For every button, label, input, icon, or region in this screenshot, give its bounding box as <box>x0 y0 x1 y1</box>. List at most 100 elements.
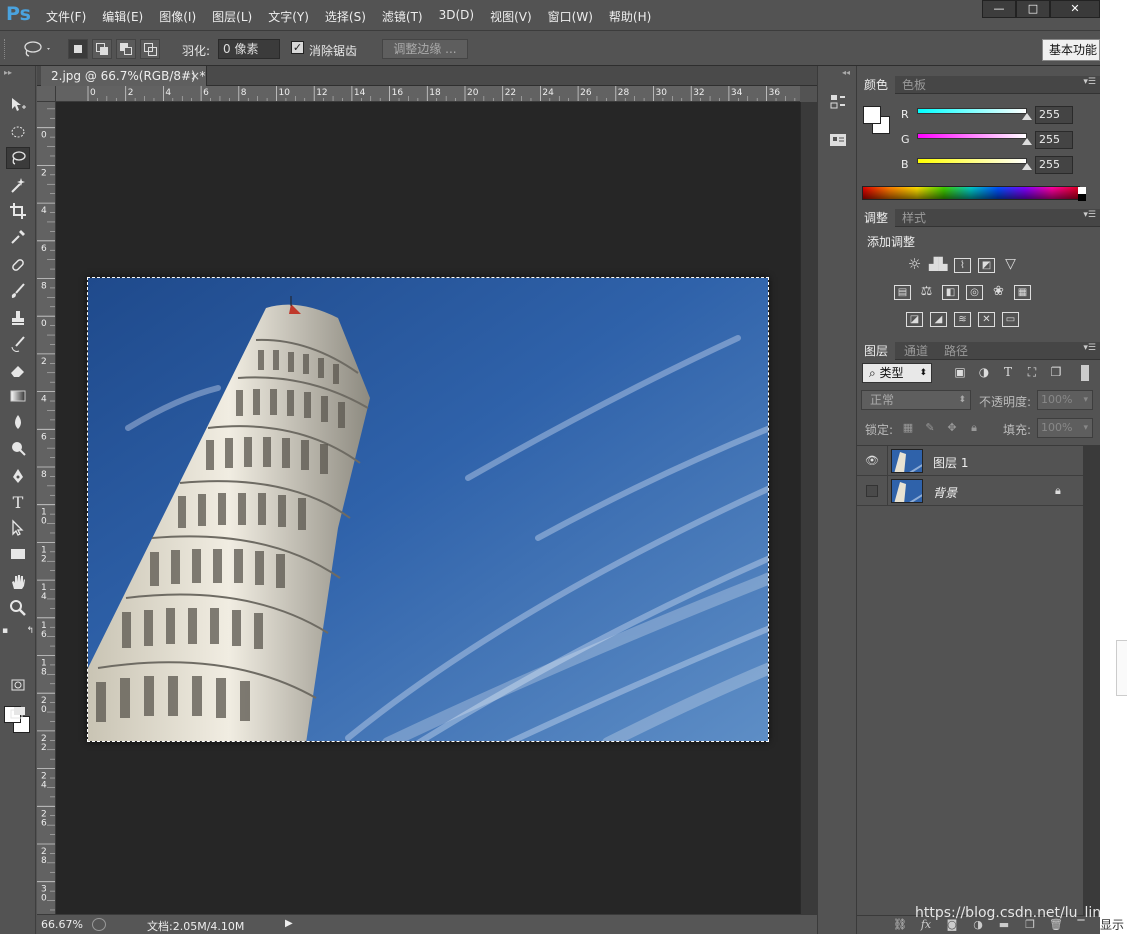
blue-slider[interactable] <box>917 158 1027 164</box>
dodge-tool-icon[interactable] <box>6 437 30 459</box>
close-button[interactable]: ✕ <box>1050 0 1100 18</box>
ruler-origin[interactable] <box>37 86 56 102</box>
hue-saturation-icon[interactable]: ▤ <box>894 285 911 300</box>
link-layers-icon[interactable]: ⛓ <box>893 918 907 932</box>
blur-tool-icon[interactable] <box>6 411 30 433</box>
menu-type[interactable]: 文字(Y) <box>268 8 309 25</box>
vibrance-icon[interactable]: ▽ <box>1002 257 1019 273</box>
blue-slider-handle[interactable] <box>1022 163 1032 170</box>
adjustment-filter-icon[interactable]: ◑ <box>977 365 991 379</box>
feather-input[interactable]: 0 像素 <box>218 39 280 59</box>
type-tool-icon[interactable]: T <box>6 491 30 513</box>
tab-color[interactable]: 颜色 <box>857 76 896 94</box>
red-value[interactable]: 255 <box>1035 106 1073 124</box>
menu-window[interactable]: 窗口(W) <box>548 8 593 25</box>
green-slider[interactable] <box>917 133 1027 139</box>
menu-filter[interactable]: 滤镜(T) <box>382 8 423 25</box>
eyedropper-tool-icon[interactable] <box>6 226 30 248</box>
tab-styles[interactable]: 样式 <box>895 209 933 227</box>
invert-icon[interactable]: ◪ <box>906 312 923 327</box>
posterize-icon[interactable]: ◢ <box>930 312 947 327</box>
tab-swatches[interactable]: 色板 <box>895 76 933 94</box>
photo-filter-icon[interactable]: ◎ <box>966 285 983 300</box>
menu-file[interactable]: 文件(F) <box>46 8 86 25</box>
canvas-area[interactable] <box>56 102 800 914</box>
document-tab[interactable]: 2.jpg @ 66.7%(RGB/8#) * × <box>41 66 207 86</box>
toolbox-collapse-icon[interactable]: ▸▸ <box>4 68 12 77</box>
status-info-icon[interactable] <box>92 918 106 931</box>
type-filter-icon[interactable]: T <box>1001 365 1015 379</box>
green-value[interactable]: 255 <box>1035 131 1073 149</box>
black-white-icon[interactable]: ◧ <box>942 285 959 300</box>
color-panel-fg-swatch[interactable] <box>863 106 881 124</box>
clone-stamp-tool-icon[interactable] <box>6 307 30 329</box>
lasso-tool-icon[interactable] <box>6 147 30 169</box>
exposure-icon[interactable]: ◩ <box>978 258 995 273</box>
layers-panel-menu-icon[interactable]: ▾☰ <box>1083 343 1096 353</box>
menu-view[interactable]: 视图(V) <box>490 8 532 25</box>
layer-row[interactable]: 背景 🔒︎ <box>857 476 1083 506</box>
refine-edge-button[interactable]: 调整边缘 ... <box>382 39 468 59</box>
hand-tool-icon[interactable] <box>6 571 30 593</box>
lasso-preset-icon[interactable] <box>22 39 52 59</box>
eye-icon[interactable]: 👁︎ <box>865 454 879 468</box>
move-tool-icon[interactable] <box>6 94 30 116</box>
color-balance-icon[interactable]: ⚖ <box>918 285 935 300</box>
layers-scrollbar[interactable] <box>1083 445 1100 915</box>
workspace-switcher[interactable]: 基本功能 <box>1042 39 1100 61</box>
blue-value[interactable]: 255 <box>1035 156 1073 174</box>
visibility-toggle[interactable] <box>866 485 878 497</box>
magic-wand-tool-icon[interactable] <box>6 174 30 196</box>
selective-color-icon[interactable]: ✕ <box>978 312 995 327</box>
minimize-button[interactable]: — <box>982 0 1016 18</box>
new-selection-icon[interactable] <box>68 39 88 59</box>
tab-layers[interactable]: 图层 <box>857 342 896 360</box>
lock-position-icon[interactable]: ✥ <box>945 421 959 435</box>
intersect-selection-icon[interactable] <box>140 39 160 59</box>
lock-image-icon[interactable]: ✎ <box>923 421 937 435</box>
red-slider-handle[interactable] <box>1022 113 1032 120</box>
black-white-swatch[interactable] <box>1078 187 1086 201</box>
brightness-icon[interactable]: ☼ <box>906 257 923 273</box>
menu-edit[interactable]: 编辑(E) <box>102 8 143 25</box>
color-spectrum[interactable] <box>862 186 1086 201</box>
layer-row[interactable]: 👁︎ 图层 1 <box>857 446 1083 476</box>
color-lookup-icon[interactable]: ▦ <box>1014 285 1031 300</box>
status-menu-arrow-icon[interactable]: ▶ <box>285 918 293 929</box>
threshold-icon[interactable]: ≋ <box>954 312 971 327</box>
color-panel-menu-icon[interactable]: ▾☰ <box>1083 77 1096 87</box>
marquee-tool-icon[interactable] <box>6 121 30 143</box>
filter-toggle[interactable] <box>1081 365 1089 381</box>
menu-select[interactable]: 选择(S) <box>325 8 366 25</box>
maximize-button[interactable]: □ <box>1016 0 1050 18</box>
add-selection-icon[interactable] <box>92 39 112 59</box>
tab-channels[interactable]: 通道 <box>897 342 935 360</box>
fill-input[interactable]: 100% ▾ <box>1037 418 1093 438</box>
antialias-checkbox[interactable]: ✓ <box>291 41 304 54</box>
pen-tool-icon[interactable] <box>6 465 30 487</box>
channel-mixer-icon[interactable]: ❀ <box>990 285 1007 300</box>
curves-icon[interactable]: ⌇ <box>954 258 971 273</box>
kind-filter-select[interactable]: ⌕ 类型 ⬍ <box>862 363 932 383</box>
document-image[interactable] <box>87 277 769 742</box>
menu-layer[interactable]: 图层(L) <box>212 8 252 25</box>
brush-tool-icon[interactable] <box>6 280 30 302</box>
layer-name[interactable]: 图层 1 <box>933 454 968 471</box>
options-grip[interactable] <box>4 39 8 59</box>
rectangle-tool-icon[interactable] <box>6 543 30 565</box>
properties-panel-icon[interactable] <box>828 130 848 150</box>
history-brush-tool-icon[interactable] <box>6 333 30 355</box>
menu-3d[interactable]: 3D(D) <box>439 8 474 25</box>
gradient-tool-icon[interactable] <box>6 385 30 407</box>
vertical-ruler[interactable]: 20246802468101214161820222426283032 <box>37 102 56 914</box>
tab-adjustments[interactable]: 调整 <box>857 209 896 227</box>
horizontal-ruler[interactable]: 0 2 4 6 8 10 12 14 16 18 20 22 24 26 28 30 32 34 36 <box>56 86 800 102</box>
green-slider-handle[interactable] <box>1022 138 1032 145</box>
layer-name[interactable]: 背景 <box>933 484 957 501</box>
levels-icon[interactable]: ▟▙ <box>929 258 947 273</box>
blend-mode-select[interactable]: 正常 ⬍ <box>861 390 971 410</box>
menu-help[interactable]: 帮助(H) <box>609 8 651 25</box>
default-colors-icon[interactable]: ▪ ↰ <box>2 620 34 642</box>
healing-brush-tool-icon[interactable] <box>6 254 30 276</box>
path-selection-tool-icon[interactable] <box>6 517 30 539</box>
